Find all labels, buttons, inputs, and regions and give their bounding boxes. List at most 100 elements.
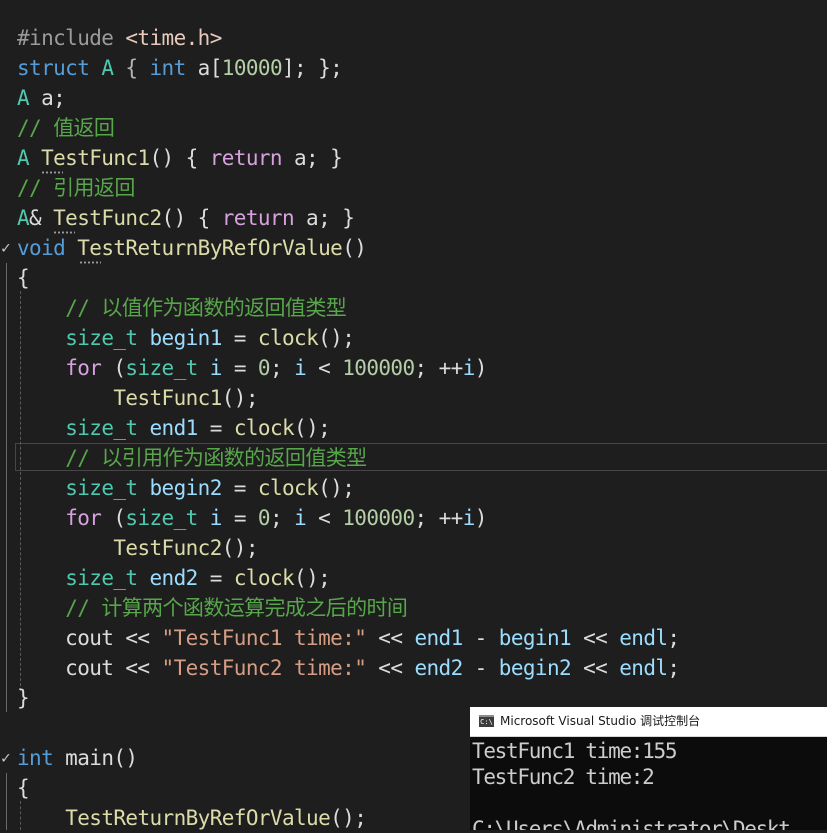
code-line[interactable]: TestFunc2(); — [17, 533, 258, 563]
code-token: begin2 — [498, 656, 572, 680]
code-token: clock — [233, 566, 295, 590]
code-line[interactable]: for (size_t i = 0; i < 100000; ++i) — [17, 353, 487, 383]
code-token: << — [366, 626, 415, 650]
code-token: // 引用返回 — [17, 176, 135, 200]
code-token: & — [29, 206, 54, 230]
code-token: << — [571, 626, 620, 650]
code-token: { — [113, 56, 150, 80]
code-token: return — [221, 206, 295, 230]
code-token: // 计算两个函数运算完成之后的时间 — [65, 596, 408, 620]
code-token: ; — [269, 506, 295, 530]
code-token: = — [221, 476, 258, 500]
code-token: size_t — [65, 476, 138, 500]
code-line[interactable]: int main() — [17, 743, 138, 773]
fold-toggle-icon[interactable]: ✓ — [1, 743, 15, 773]
code-line[interactable]: // 计算两个函数运算完成之后的时间 — [17, 593, 408, 623]
code-line[interactable]: { — [17, 263, 30, 293]
code-line[interactable]: for (size_t i = 0; i < 100000; ++i) — [17, 503, 487, 533]
console-output-line: TestFunc1 time:155 — [472, 739, 677, 763]
code-token: a; } — [281, 146, 343, 170]
code-token: for — [65, 506, 102, 530]
code-token: i — [462, 506, 476, 530]
fold-toggle-icon[interactable]: ✓ — [1, 233, 15, 263]
code-token: = — [221, 326, 258, 350]
code-line[interactable]: TestReturnByRefOrValue(); — [17, 803, 367, 833]
code-token: << — [366, 656, 415, 680]
code-token: begin1 — [498, 626, 572, 650]
code-line[interactable]: A TestFunc1() { return a; } — [17, 143, 343, 173]
code-line[interactable]: size_t begin2 = clock(); — [17, 473, 355, 503]
code-token: cout << — [17, 656, 162, 680]
code-token: int — [17, 746, 54, 770]
code-token: struct — [17, 56, 90, 80]
code-token: a[ — [185, 56, 223, 80]
code-token: (); — [221, 536, 259, 560]
code-token: { — [17, 266, 30, 290]
code-line[interactable]: void TestReturnByRefOrValue() — [17, 233, 367, 263]
code-token: size_t — [65, 326, 138, 350]
code-line[interactable]: // 引用返回 — [17, 173, 135, 203]
code-token: clock — [233, 416, 295, 440]
code-token: 100000 — [342, 506, 415, 530]
code-token: end2 — [149, 566, 199, 590]
code-line[interactable]: size_t end1 = clock(); — [17, 413, 331, 443]
code-token: clock — [257, 476, 319, 500]
code-token: ( — [101, 506, 126, 530]
code-token: #include — [17, 26, 126, 50]
code-token: endl — [619, 626, 668, 650]
code-line[interactable]: size_t end2 = clock(); — [17, 563, 331, 593]
code-token: TestReturnByRefOrValue — [65, 806, 331, 830]
code-token: return — [209, 146, 283, 170]
debug-console-window[interactable]: C:\ Microsoft Visual Studio 调试控制台 TestFu… — [470, 707, 827, 830]
code-line[interactable]: A& TestFunc2() { return a; } — [17, 203, 355, 233]
code-token: () { — [161, 206, 222, 230]
code-token: // 值返回 — [17, 116, 115, 140]
code-line[interactable]: } — [17, 683, 30, 713]
code-token: A — [17, 206, 30, 230]
code-token: i — [209, 506, 223, 530]
code-token: ) — [474, 506, 488, 530]
scope-outline-function — [6, 263, 7, 712]
code-editor[interactable]: #include <time.h> struct A { int a[10000]… — [0, 0, 827, 830]
code-token: - — [462, 626, 499, 650]
code-token: // 以值作为函数的返回值类型 — [65, 296, 347, 320]
console-titlebar[interactable]: C:\ Microsoft Visual Studio 调试控制台 — [470, 707, 827, 737]
code-line[interactable]: size_t begin1 = clock(); — [17, 323, 355, 353]
code-line[interactable]: // 值返回 — [17, 113, 115, 143]
code-line[interactable]: TestFunc1(); — [17, 383, 258, 413]
code-token: } — [17, 686, 30, 710]
code-token: "TestFunc2 time:" — [161, 656, 367, 680]
code-line[interactable]: cout << "TestFunc1 time:" << end1 - begi… — [17, 623, 680, 653]
code-token: A — [17, 146, 30, 170]
code-token: begin1 — [149, 326, 223, 350]
code-token: TestFunc1 — [41, 146, 150, 170]
code-line[interactable]: // 以引用作为函数的返回值类型 — [17, 443, 367, 473]
code-line[interactable]: cout << "TestFunc2 time:" << end2 - begi… — [17, 653, 680, 683]
console-output-line: C:\Users\Administrator\Deskt — [472, 817, 791, 830]
code-token: (); — [221, 386, 259, 410]
code-token: 100000 — [342, 356, 415, 380]
code-token: TestFunc2 — [53, 206, 162, 230]
code-line[interactable]: struct A { int a[10000]; }; — [17, 53, 343, 83]
code-line[interactable]: A a; — [17, 83, 66, 113]
code-token: end1 — [149, 416, 199, 440]
code-token: < — [306, 506, 343, 530]
code-line[interactable]: { — [17, 773, 30, 803]
code-token: ; — [667, 656, 680, 680]
code-token: < — [306, 356, 343, 380]
code-token: clock — [257, 326, 319, 350]
code-token: ; — [269, 356, 295, 380]
code-line[interactable]: // 以值作为函数的返回值类型 — [17, 293, 347, 323]
code-token: main() — [53, 746, 138, 770]
console-window-icon: C:\ — [479, 715, 494, 727]
code-token: << — [571, 656, 620, 680]
console-title: Microsoft Visual Studio 调试控制台 — [500, 714, 701, 728]
code-line[interactable]: #include <time.h> — [17, 23, 222, 53]
code-token: i — [294, 356, 307, 380]
code-token: cout << — [17, 626, 162, 650]
